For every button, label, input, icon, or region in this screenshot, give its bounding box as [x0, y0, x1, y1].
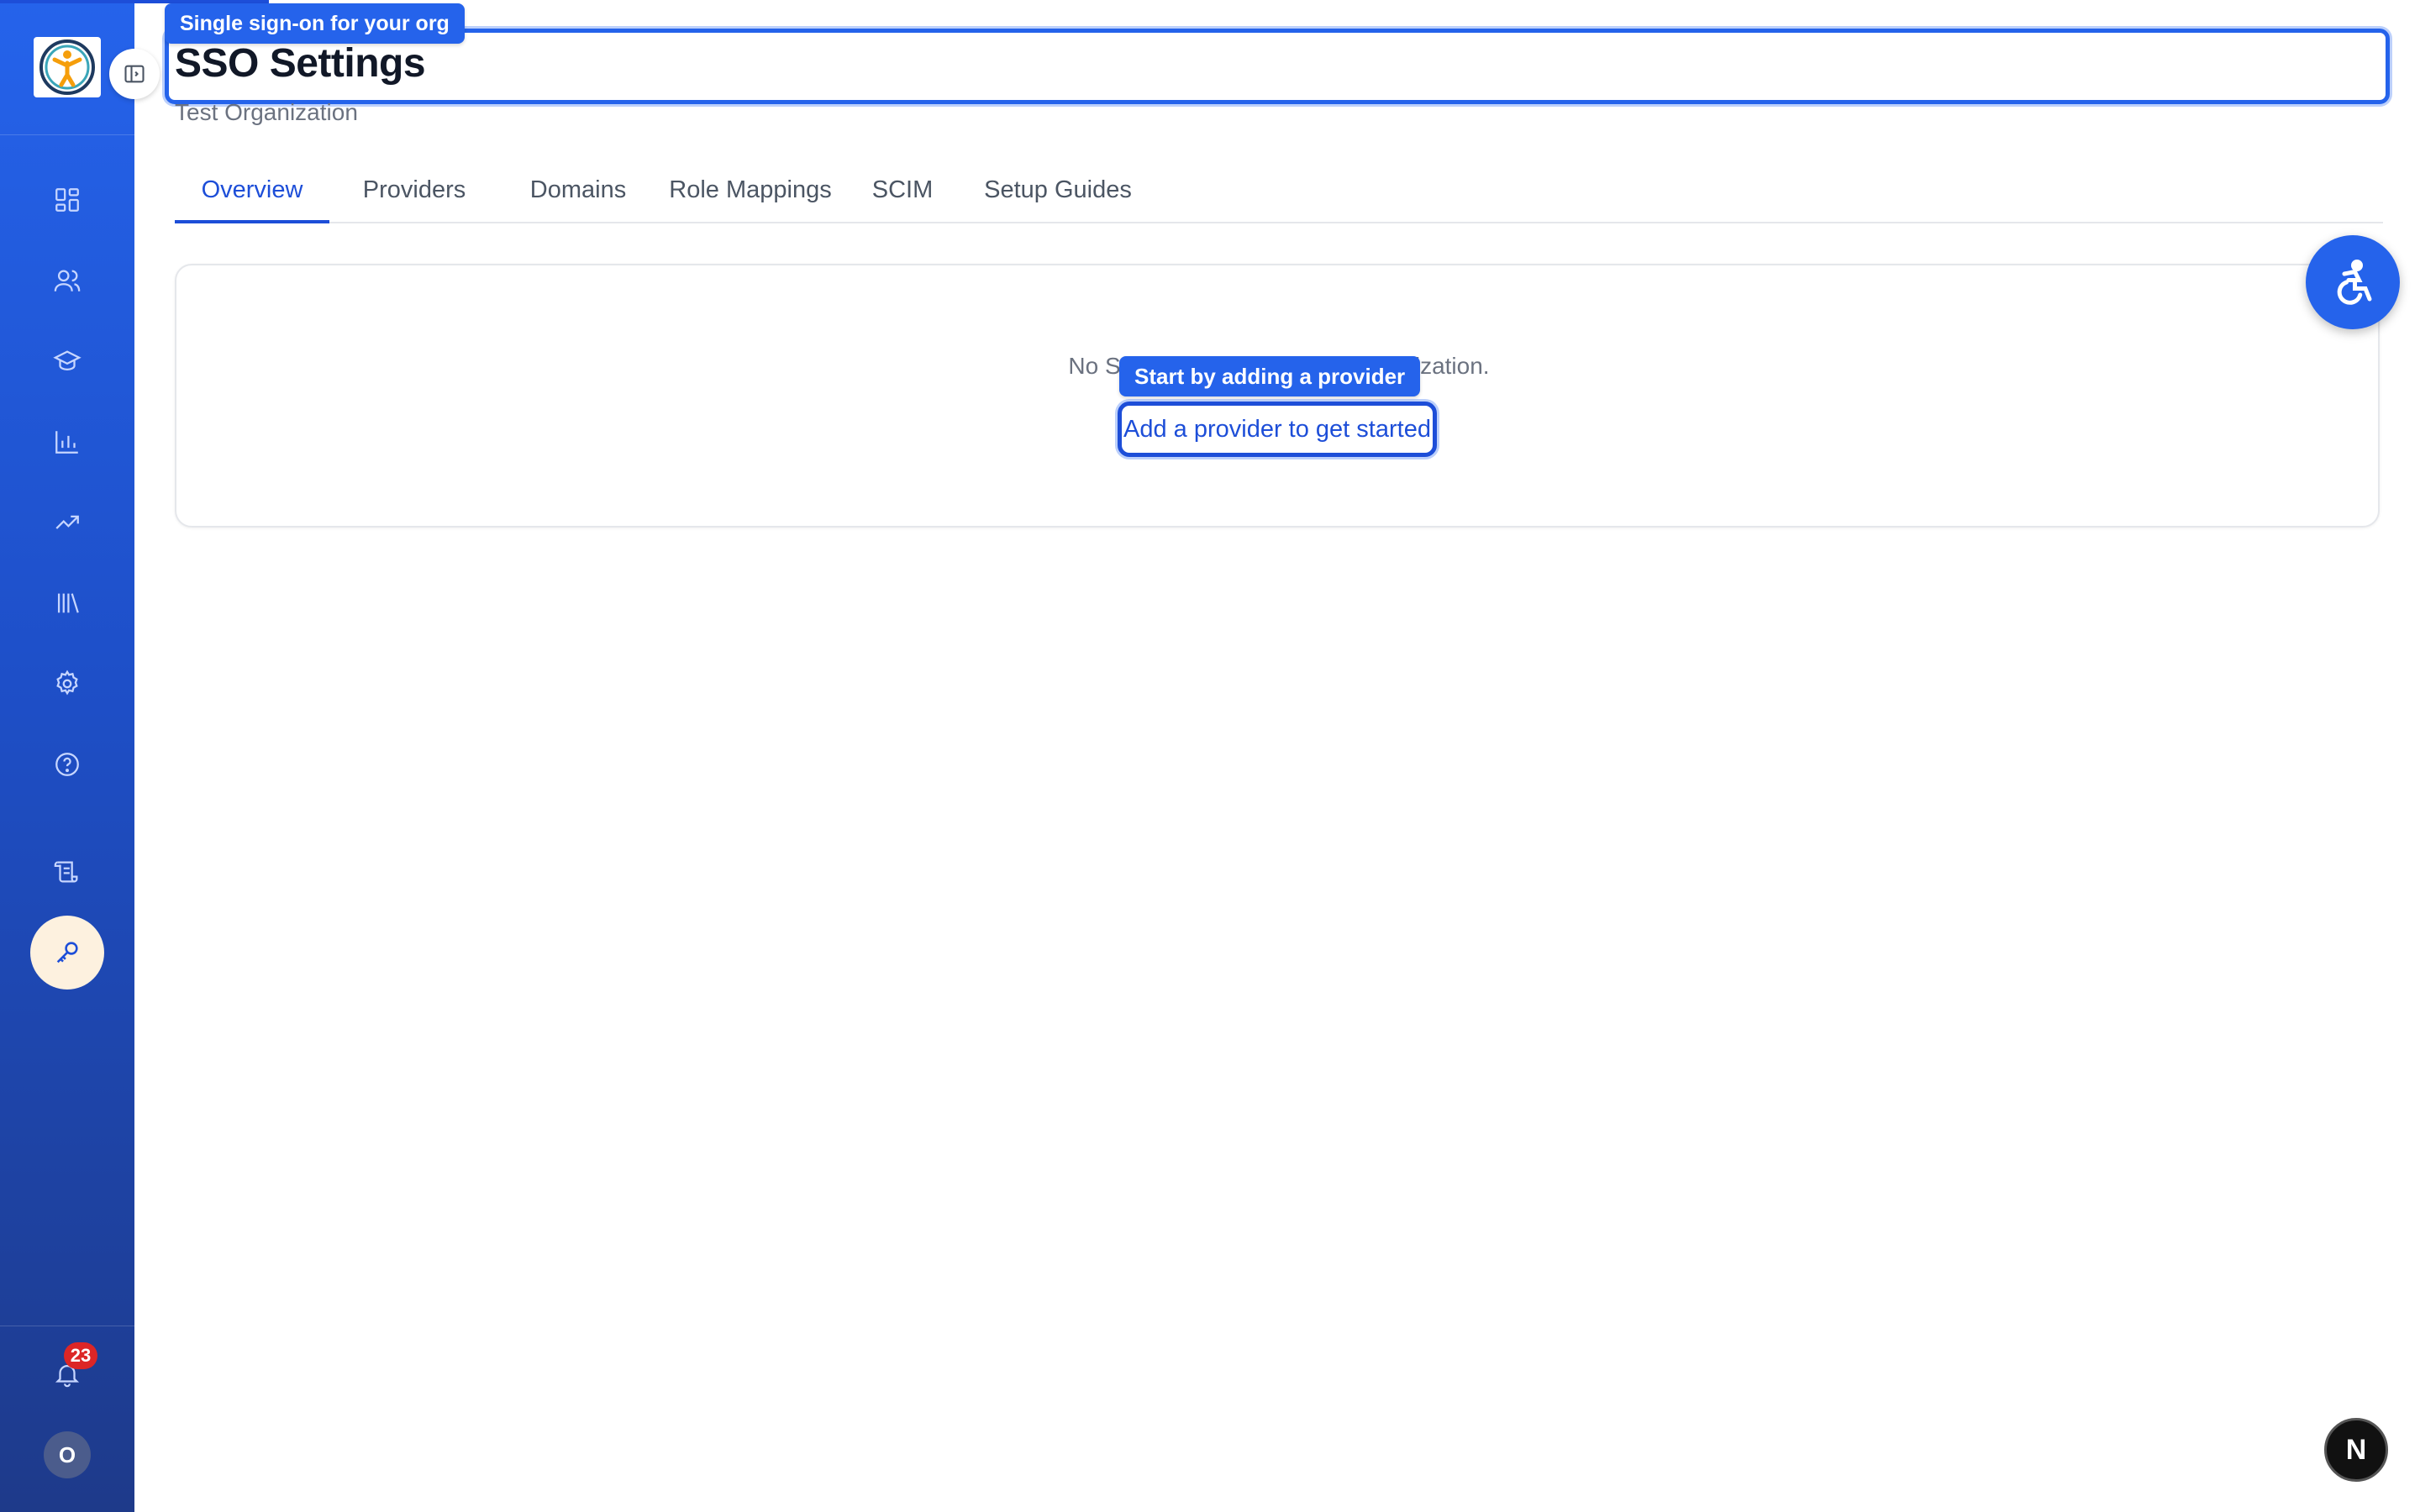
panel-toggle-icon: [124, 65, 145, 83]
tab-scim[interactable]: SCIM: [855, 165, 950, 223]
sidebar-item-reports[interactable]: [47, 422, 87, 462]
help-circle-icon: [55, 753, 79, 776]
page-title-highlight: [165, 29, 2390, 104]
tab-setup-guides[interactable]: Setup Guides: [965, 165, 1151, 223]
add-provider-link[interactable]: Add a provider to get started: [1118, 402, 1437, 457]
sidebar-item-help[interactable]: [47, 744, 87, 785]
sidebar-item-settings[interactable]: [47, 664, 87, 704]
sidebar-collapse-button[interactable]: [109, 49, 160, 99]
add-provider-tooltip: Start by adding a provider: [1119, 356, 1421, 396]
bar-chart-icon: [55, 431, 78, 454]
sidebar-divider: [0, 134, 134, 135]
trending-up-icon: [55, 515, 79, 529]
tab-role-mappings[interactable]: Role Mappings: [649, 165, 852, 223]
sidebar-item-users[interactable]: [47, 260, 87, 301]
organization-name: Test Organization: [175, 99, 358, 125]
dev-tools-button[interactable]: N: [2324, 1418, 2388, 1482]
page-title: SSO Settings: [175, 41, 426, 86]
notification-badge: 23: [64, 1342, 97, 1369]
accessibility-icon: [2337, 260, 2372, 305]
tab-providers[interactable]: Providers: [343, 165, 486, 223]
graduation-cap-icon: [53, 350, 82, 371]
page-title-tooltip: Single sign-on for your org: [165, 3, 465, 44]
tab-bar: Overview Providers Domains Role Mappings…: [175, 165, 2383, 223]
user-avatar[interactable]: O: [44, 1431, 91, 1478]
sidebar-item-dashboard[interactable]: [47, 180, 87, 220]
tab-domains[interactable]: Domains: [504, 165, 652, 223]
sidebar-item-sso[interactable]: [30, 916, 104, 990]
dashboard-icon: [55, 188, 79, 212]
sidebar-item-audit-log[interactable]: [47, 852, 87, 892]
app-logo[interactable]: [34, 37, 101, 97]
sidebar-item-analytics[interactable]: [47, 502, 87, 543]
gear-icon: [56, 669, 78, 696]
logo-person-icon: [39, 39, 95, 95]
sidebar: 23 O: [0, 0, 269, 1512]
scroll-icon: [54, 861, 78, 883]
key-icon: [56, 942, 78, 963]
sidebar-item-courses[interactable]: [47, 341, 87, 381]
sidebar-item-library[interactable]: [47, 583, 87, 623]
tab-overview[interactable]: Overview: [175, 165, 329, 223]
accessibility-button[interactable]: [2306, 235, 2400, 329]
users-icon: [54, 270, 81, 291]
library-icon: [57, 593, 79, 613]
